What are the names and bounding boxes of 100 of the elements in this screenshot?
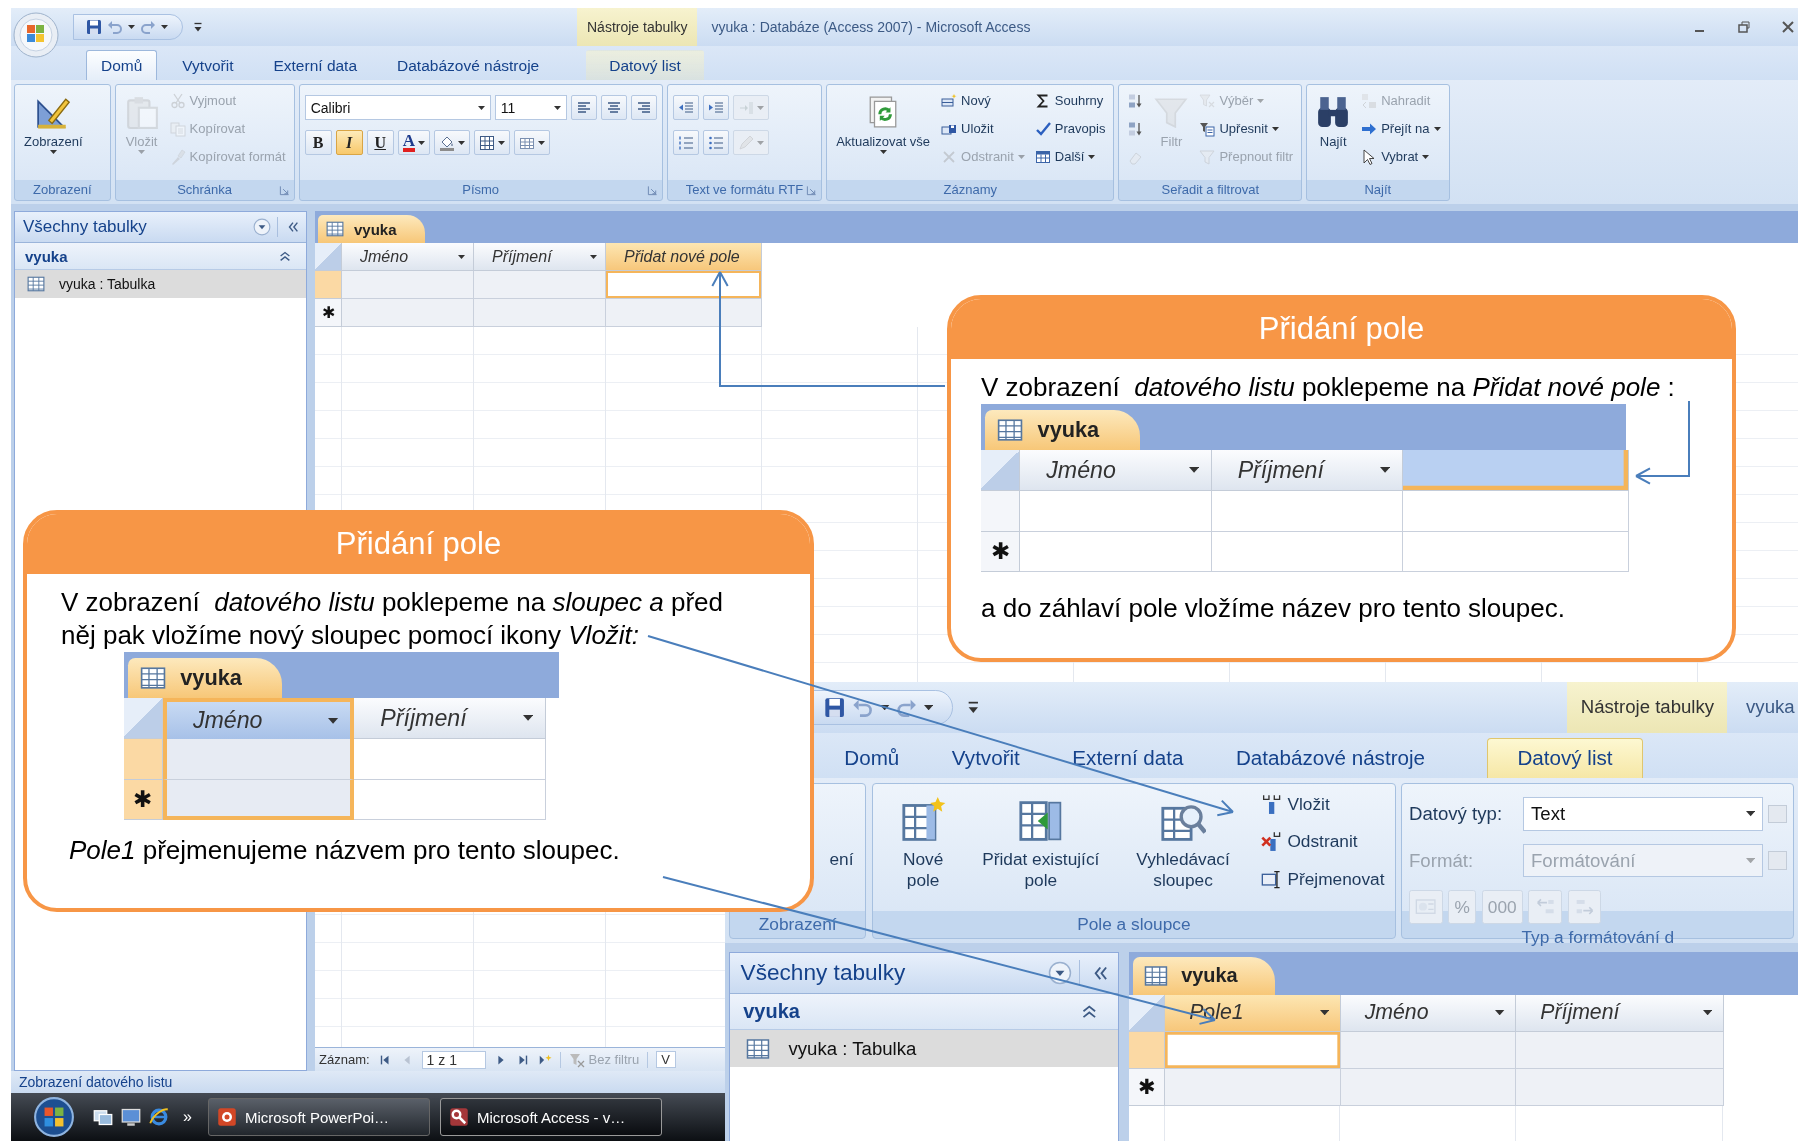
undo-icon[interactable] — [107, 19, 123, 35]
group-title[interactable]: vyuka — [25, 247, 68, 265]
ribbon-tab[interactable]: Databázové nástroje — [1216, 737, 1445, 778]
desktop-icon[interactable] — [121, 1107, 141, 1127]
pane-menu-button[interactable]: Všechny tabulky — [23, 217, 278, 237]
save-icon[interactable] — [824, 696, 846, 718]
ribbon-button[interactable]: Přejít na — [1358, 115, 1444, 142]
pencil-icon — [737, 134, 754, 151]
toolbar-button[interactable] — [513, 130, 550, 155]
collapse-icon[interactable] — [278, 249, 292, 263]
caret-icon — [417, 140, 425, 145]
ribbon-button[interactable]: Nový — [938, 87, 1028, 114]
column-header[interactable]: Jméno — [342, 243, 474, 271]
caret-icon — [477, 105, 485, 110]
column-header[interactable]: Příjmení — [1516, 994, 1724, 1032]
dropdown-field[interactable]: 11 — [494, 95, 567, 120]
ribbon-tab[interactable]: Domů — [824, 737, 919, 778]
column-header[interactable]: Jméno — [162, 698, 355, 739]
dialog-launcher-icon[interactable] — [278, 185, 290, 196]
start-button[interactable] — [33, 1096, 75, 1138]
group-title[interactable]: vyuka — [743, 1000, 800, 1024]
restore-icon[interactable] — [1736, 19, 1752, 35]
row-selector[interactable]: ✱ — [123, 779, 163, 821]
ribbon-tab[interactable]: Datový list — [586, 50, 704, 80]
column-header[interactable]: Příjmení — [354, 698, 546, 739]
nav-item[interactable]: vyuka : Tabulka — [730, 1030, 1118, 1068]
collapse-pane-icon[interactable] — [286, 220, 300, 234]
funnel-icon — [568, 1051, 585, 1068]
ribbon-tab[interactable]: Externí data — [258, 50, 373, 80]
switch-windows-icon[interactable] — [93, 1107, 113, 1127]
ribbon-button[interactable]: Odstranit — [1256, 823, 1389, 860]
ribbon-button[interactable]: Upřesnit — [1196, 115, 1297, 142]
ribbon-button[interactable]: Vybrat — [1358, 143, 1444, 170]
document-tab[interactable]: vyuka — [985, 409, 1140, 451]
ribbon-button[interactable]: Vložit — [1256, 786, 1389, 823]
ribbon-tab[interactable]: Databázové nástroje — [382, 50, 555, 80]
group-label: Seřadit a filtrovat — [1160, 181, 1261, 199]
ribbon-button[interactable]: Souhrny — [1031, 87, 1109, 114]
ribbon-button[interactable]: Najít — [1312, 87, 1355, 152]
ribbon-button[interactable]: Vyhledávací sloupec — [1114, 786, 1252, 895]
ribbon-tab[interactable]: Domů — [86, 50, 158, 80]
close-icon[interactable] — [1780, 19, 1796, 35]
new-record-icon[interactable] — [537, 1052, 552, 1067]
caret-icon — [1745, 857, 1756, 864]
ribbon-tab[interactable]: Vytvořit — [167, 50, 249, 80]
record-number-field[interactable]: 1 z 1 — [421, 1050, 486, 1069]
toolbar-button[interactable] — [600, 95, 627, 120]
pane-menu-button[interactable]: Všechny tabulky — [740, 960, 1081, 987]
ribbon-button[interactable]: Další — [1031, 143, 1109, 170]
ribbon-button[interactable]: Uložit — [938, 115, 1028, 142]
row-selector[interactable]: ✱ — [981, 531, 1021, 573]
ribbon-button[interactable]: Nové pole — [879, 786, 967, 895]
nav-item[interactable]: vyuka : Tabulka — [15, 270, 306, 298]
key-icon — [448, 1107, 469, 1127]
row-selector[interactable]: ✱ — [315, 299, 342, 327]
copy-icon — [169, 120, 186, 137]
new-record-icon — [941, 92, 958, 109]
dialog-launcher-icon[interactable] — [646, 185, 658, 196]
browser-icon[interactable] — [149, 1107, 169, 1127]
ribbon-tab[interactable]: Vytvořit — [932, 737, 1040, 778]
document-tab[interactable]: vyuka — [128, 657, 283, 699]
document-tab[interactable]: vyuka — [1133, 957, 1275, 995]
taskbar-button[interactable]: Microsoft PowerPoi… — [207, 1098, 430, 1136]
sort-ascending-icon — [1127, 92, 1144, 109]
ribbon-button[interactable]: Zobrazení — [20, 87, 87, 156]
format-toggle-button[interactable]: I — [335, 130, 363, 155]
group-label: Text ve formátu RTF — [685, 181, 804, 199]
column-header[interactable]: Příjmení — [1211, 450, 1403, 491]
ribbon-tab[interactable]: Datový list — [1487, 737, 1643, 778]
column-header[interactable]: Přidat nové pole — [606, 243, 762, 271]
window-title: vyuka — [1746, 696, 1795, 719]
dialog-launcher-icon[interactable] — [806, 185, 818, 196]
rename-column-icon — [1260, 868, 1283, 890]
column-header[interactable]: Pole1 — [1165, 994, 1341, 1032]
toolbar-button[interactable] — [433, 130, 470, 155]
taskbar-button[interactable]: Microsoft Access - v… — [439, 1098, 662, 1136]
row-selector[interactable]: ✱ — [1129, 1068, 1166, 1107]
ribbon-button[interactable]: Přidat existující pole — [972, 786, 1110, 895]
column-header[interactable]: Jméno — [1020, 450, 1212, 491]
redo-icon[interactable] — [140, 19, 156, 35]
ribbon-tab[interactable]: Externí data — [1052, 737, 1204, 778]
new-field-icon — [900, 797, 946, 843]
ribbon-button[interactable]: Pravopis — [1031, 115, 1109, 142]
search-field[interactable]: V — [656, 1051, 677, 1068]
toolbar-button[interactable] — [630, 95, 657, 120]
column-header[interactable]: Jméno — [1340, 994, 1517, 1032]
format-toggle-button[interactable]: B — [304, 130, 332, 155]
dropdown-field[interactable]: Text — [1523, 797, 1763, 831]
ribbon-button[interactable]: ení — [824, 786, 859, 874]
ribbon-button[interactable]: Aktualizovat vše — [832, 87, 935, 156]
dropdown-field[interactable]: Calibri — [304, 95, 491, 120]
ribbon-button[interactable]: Přejmenovat — [1256, 861, 1389, 898]
document-tab[interactable]: vyuka — [318, 215, 425, 243]
column-header[interactable]: Příjmení — [474, 243, 606, 271]
toolbar-button[interactable] — [570, 95, 597, 120]
more-button[interactable]: » — [183, 1108, 192, 1126]
toolbar-button[interactable] — [473, 130, 510, 155]
save-icon[interactable] — [86, 19, 102, 35]
format-toggle-button[interactable]: U — [366, 130, 394, 155]
toolbar-button[interactable]: A — [397, 130, 430, 155]
